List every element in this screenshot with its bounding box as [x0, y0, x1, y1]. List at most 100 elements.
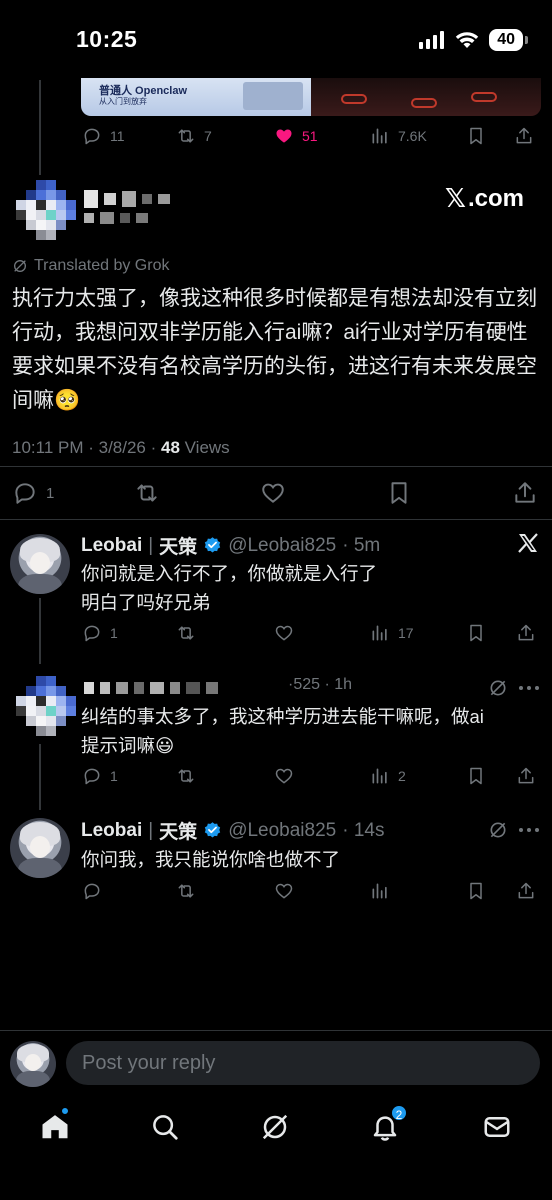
nav-notifications[interactable]: 2	[370, 1104, 408, 1142]
repost-button[interactable]	[176, 881, 196, 901]
reply-handle-time: ·525 · 1h	[288, 676, 353, 693]
reply-icon	[84, 768, 100, 785]
like-button[interactable]: 51	[274, 126, 318, 146]
repost-icon	[137, 484, 157, 502]
bookmark-button[interactable]	[466, 766, 486, 786]
nav-home[interactable]	[40, 1106, 70, 1142]
repost-button[interactable]	[176, 766, 196, 786]
share-icon	[518, 882, 534, 899]
bookmark-button[interactable]	[466, 623, 486, 643]
x-com-logo: 𝕏 .com	[445, 184, 524, 214]
media-image-left: 普通人 Openclaw 从入门到放弃	[81, 78, 311, 116]
views-icon	[372, 625, 387, 641]
views-count: 2	[398, 768, 406, 784]
reply-button[interactable]	[82, 881, 102, 901]
divider	[0, 519, 552, 520]
thread-line	[39, 80, 41, 175]
verified-badge-icon	[205, 822, 221, 838]
grok-icon[interactable]	[488, 678, 508, 698]
reply-input[interactable]: Post your reply	[66, 1041, 540, 1085]
main-bookmark-button[interactable]	[386, 480, 412, 506]
reply-button[interactable]: 1	[82, 766, 118, 786]
thread-line	[39, 598, 41, 664]
search-icon	[153, 1115, 178, 1140]
my-avatar[interactable]	[10, 1041, 56, 1087]
bottom-nav: 2	[0, 1100, 552, 1156]
reply-icon	[15, 483, 35, 504]
post-views-label: Views	[179, 438, 230, 457]
grok-icon	[262, 1114, 288, 1140]
share-button[interactable]	[516, 623, 536, 643]
reply-avatar[interactable]	[10, 534, 70, 594]
repost-icon	[178, 626, 194, 640]
views-button[interactable]	[370, 881, 390, 901]
reply-avatar-pixelated[interactable]	[16, 676, 76, 736]
reply-button[interactable]: 1	[82, 623, 118, 643]
heart-icon	[262, 483, 284, 503]
views-button[interactable]: 2	[370, 766, 406, 786]
more-options-icon[interactable]	[518, 820, 540, 840]
share-icon	[516, 127, 532, 144]
nav-search[interactable]	[150, 1112, 180, 1142]
verified-badge-icon	[205, 537, 221, 553]
reply-author-name[interactable]: Leobai	[81, 535, 142, 557]
heart-icon	[275, 768, 293, 784]
reply-author-pixelated[interactable]	[84, 682, 218, 694]
reply-author-tag[interactable]: 天策	[159, 532, 197, 559]
share-button[interactable]	[516, 881, 536, 901]
grok-icon[interactable]	[488, 820, 508, 840]
reply-handle[interactable]: @Leobai825	[228, 820, 336, 842]
repost-button[interactable]: 7	[176, 126, 212, 146]
views-icon	[372, 883, 387, 899]
bookmark-button[interactable]	[466, 881, 486, 901]
post-timestamp: 10:11 PM · 3/8/26 ·	[12, 438, 161, 457]
bookmark-button[interactable]	[466, 126, 486, 146]
media-subtitle: 从入门到放弃	[99, 97, 147, 106]
like-button[interactable]	[274, 623, 294, 643]
repost-button[interactable]	[176, 623, 196, 643]
post-text: 执行力太强了，像我这种很多时候都是有想法却没有立刻行动，我想问双非学历能入行ai…	[12, 287, 537, 412]
reply-button[interactable]: 11	[82, 126, 125, 146]
reply-count: 1	[110, 768, 118, 784]
views-button[interactable]: 17	[370, 623, 414, 643]
main-like-button[interactable]	[260, 480, 286, 506]
reply-time: · 5m	[342, 534, 381, 556]
quoted-post-media[interactable]: 普通人 Openclaw 从入门到放弃	[81, 78, 541, 116]
reply-header: Leobai | 天策 @Leobai825 · 5m	[81, 532, 380, 559]
nav-messages[interactable]	[482, 1112, 512, 1142]
x-logo-icon[interactable]	[516, 531, 540, 555]
reply-author-tag[interactable]: 天策	[159, 817, 197, 844]
bookmark-icon	[470, 882, 482, 900]
main-reply-button[interactable]: 1	[12, 480, 54, 506]
views-icon	[372, 768, 387, 784]
author-handle-pixelated[interactable]	[84, 212, 148, 224]
wifi-icon	[456, 32, 479, 48]
reply-handle[interactable]: @Leobai825	[228, 535, 336, 557]
more-options-icon[interactable]	[518, 678, 540, 698]
reply-avatar[interactable]	[10, 818, 70, 878]
views-button[interactable]: 7.6K	[370, 126, 427, 146]
reply-text-line1: 你问我，我只能说你啥也做不了	[81, 849, 341, 870]
bookmark-icon	[470, 127, 482, 145]
author-avatar-pixelated[interactable]	[16, 180, 76, 240]
views-icon	[372, 128, 387, 144]
thread-line	[39, 744, 41, 810]
like-button[interactable]	[274, 881, 294, 901]
share-button[interactable]	[516, 766, 536, 786]
repost-icon	[178, 884, 194, 898]
like-button[interactable]	[274, 766, 294, 786]
reply-count: 11	[110, 128, 125, 144]
bookmark-icon	[470, 624, 482, 642]
reply-icon	[84, 883, 100, 900]
main-repost-button[interactable]	[134, 480, 160, 506]
translated-by-grok[interactable]: Translated by Grok	[12, 257, 169, 275]
share-button[interactable]	[514, 126, 534, 146]
share-icon	[518, 624, 534, 641]
main-share-button[interactable]	[512, 480, 538, 506]
nav-grok[interactable]	[260, 1112, 290, 1142]
reply-count: 1	[110, 625, 118, 641]
author-name-pixelated[interactable]	[84, 190, 170, 208]
grok-icon	[14, 260, 26, 272]
battery-level: 40	[489, 29, 523, 51]
reply-author-name[interactable]: Leobai	[81, 820, 142, 842]
